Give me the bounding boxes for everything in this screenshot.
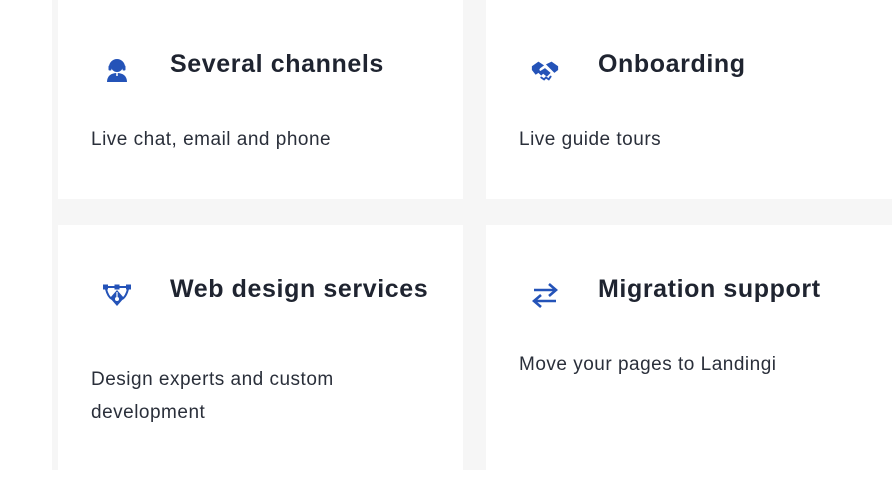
headset-user-icon [102, 55, 132, 85]
feature-card-web-design: Web design services Design experts and c… [58, 225, 463, 470]
feature-card-onboarding: Onboarding Live guide tours [486, 0, 892, 199]
feature-title: Web design services [170, 275, 429, 303]
swap-arrows-icon [530, 280, 560, 310]
feature-title: Several channels [170, 50, 384, 78]
feature-description: Design experts and custom development [91, 369, 334, 423]
feature-title: Migration support [598, 275, 821, 303]
feature-card-several-channels: Several channels Live chat, email and ph… [58, 0, 463, 199]
feature-description: Live chat, email and phone [91, 129, 332, 150]
feature-title: Onboarding [598, 50, 746, 78]
handshake-icon [530, 55, 560, 85]
feature-description: Live guide tours [519, 129, 662, 150]
feature-card-migration-support: Migration support Move your pages to Lan… [486, 225, 892, 470]
feature-description: Move your pages to Landingi [519, 354, 777, 375]
design-pen-tool-icon [102, 280, 132, 310]
